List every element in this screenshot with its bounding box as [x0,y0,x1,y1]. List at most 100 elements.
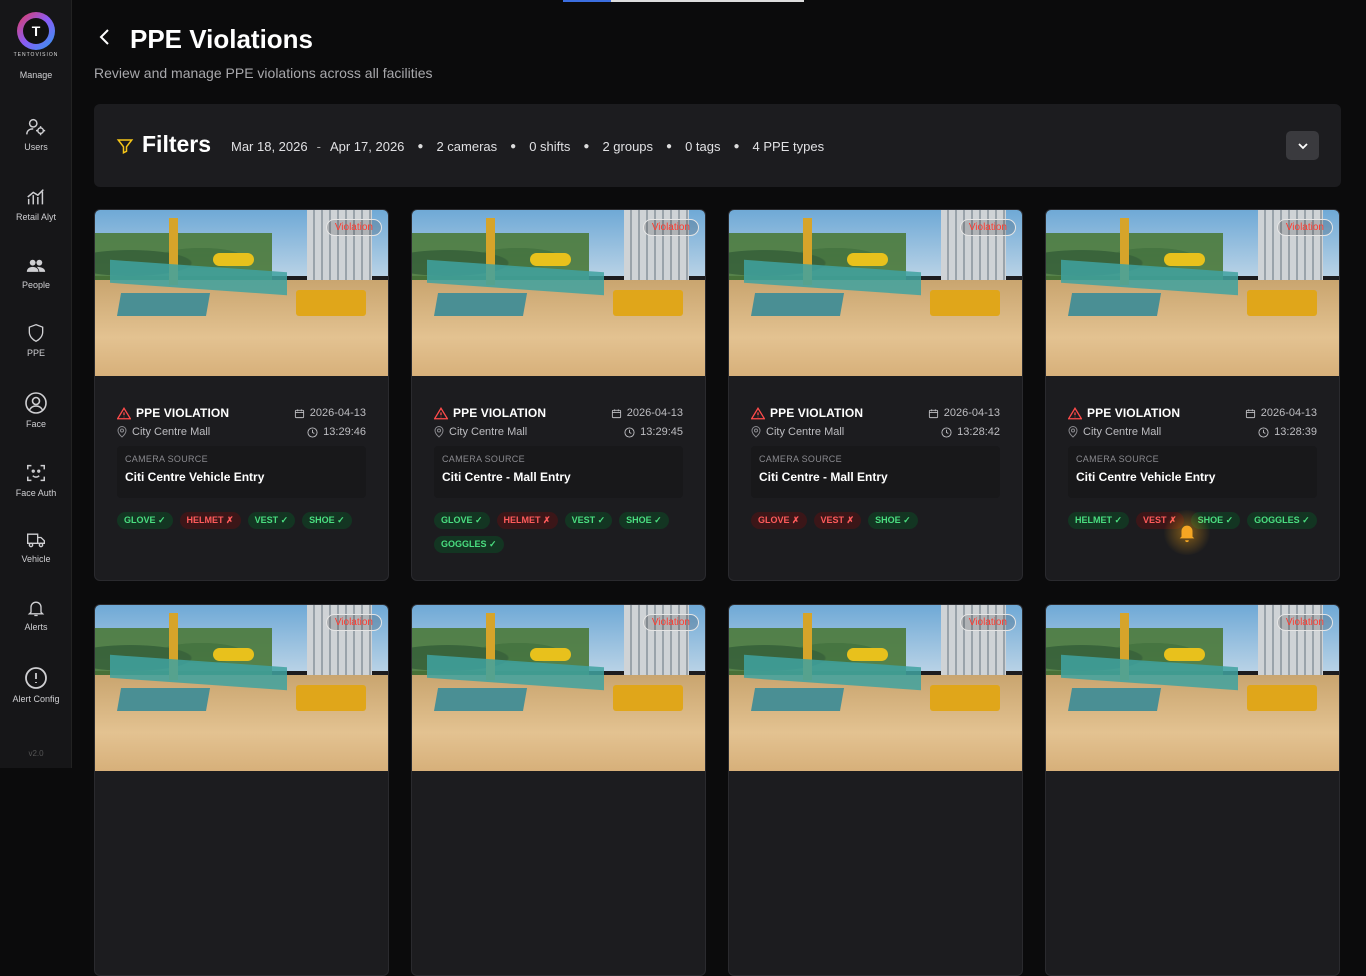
violation-type: PPE VIOLATION [434,406,546,420]
violation-time-value: 13:29:45 [640,426,683,438]
separator-dot: ● [666,141,673,152]
camera-source: CAMERA SOURCE Citi Centre - Mall Entry [751,446,1000,498]
separator-dot: ● [733,141,740,152]
sidebar-item-users[interactable]: Users [0,116,72,152]
filter-tags: 0 tags [685,139,721,154]
violation-date-value: 2026-04-13 [943,407,1000,419]
filter-date-from: Mar 18, 2026 [231,139,308,154]
snapshot-pit [1067,688,1161,712]
page-subtitle: Review and manage PPE violations across … [94,65,433,81]
logo-badge-icon: T [17,12,55,50]
ppe-tag: VEST ✓ [564,512,613,529]
violation-date: 2026-04-13 [928,407,1000,419]
version-label: v2.0 [28,749,44,758]
location-pin-icon [1068,426,1078,438]
snapshot-pit [750,688,844,712]
violation-card[interactable]: Violation PPE VIOLATION 2026-04-13 City … [94,209,389,581]
violation-time: 13:29:45 [624,426,683,438]
snapshot-pit [750,293,844,317]
snapshot-tank [213,648,255,662]
snapshot-truck [929,684,1001,712]
face-scan-icon [27,464,45,482]
sidebar-item-label: Alerts [24,622,48,632]
camera-source-label: CAMERA SOURCE [442,454,525,464]
warning-icon [434,406,448,419]
violation-snapshot[interactable]: Violation [412,605,705,771]
violation-card[interactable]: Violation PPE VIOLATION 2026-04-13 City … [728,209,1023,581]
violation-date-value: 2026-04-13 [626,407,683,419]
violation-type-label: PPE VIOLATION [1087,406,1181,420]
sidebar-item-label: Alert Config [12,694,60,704]
violation-snapshot[interactable]: Violation [95,605,388,771]
violation-location-value: City Centre Mall [449,426,528,438]
violation-badge: Violation [1276,614,1333,631]
filter-date-to: Apr 17, 2026 [329,139,405,154]
separator-dot: ● [417,141,424,152]
floating-bell-icon[interactable] [1176,521,1198,543]
violation-snapshot[interactable]: Violation [1046,210,1339,376]
sidebar-item-people[interactable]: People [0,256,72,290]
sidebar-item-ppe[interactable]: PPE [0,322,72,358]
violation-type: PPE VIOLATION [117,406,229,420]
sidebar-item-label: Face Auth [15,488,57,498]
violation-card[interactable]: Violation [94,604,389,976]
sidebar-item-alert-config[interactable]: Alert Config [0,666,72,704]
calendar-icon [928,408,938,418]
camera-source-label: CAMERA SOURCE [759,454,842,464]
violation-badge: Violation [959,219,1016,236]
violation-snapshot[interactable]: Violation [412,210,705,376]
snapshot-truck [612,684,684,712]
violation-badge: Violation [959,614,1016,631]
page-title: PPE Violations [130,24,314,54]
logo-text: TENTOVISION [13,52,59,58]
chevron-down-icon [1297,142,1308,149]
sidebar-item-vehicle[interactable]: Vehicle [0,530,72,564]
violation-location: City Centre Mall [1068,426,1161,438]
violation-card[interactable]: Violation [728,604,1023,976]
sidebar-item-label: Users [24,142,48,152]
sidebar-item-face-auth[interactable]: Face Auth [0,462,72,498]
sidebar-item-label: PPE [26,348,45,358]
violation-type: PPE VIOLATION [751,406,863,420]
back-button[interactable] [98,28,112,52]
violation-snapshot[interactable]: Violation [729,605,1022,771]
ppe-tags: GLOVE ✓ HELMET ✗ VEST ✓ SHOE ✓ GOGGLES ✓ [434,512,683,553]
filters-expand-button[interactable] [1286,131,1319,160]
filter-shifts: 0 shifts [529,139,571,154]
ppe-tags: GLOVE ✓ HELMET ✗ VEST ✓ SHOE ✓ [117,512,366,529]
snapshot-pit [433,688,527,712]
filter-icon [116,139,134,154]
filters-panel: Filters Mar 18, 2026 - Apr 17, 2026 ● 2 … [94,104,1341,187]
ppe-tag: VEST ✓ [247,512,296,529]
ppe-tag: GLOVE ✓ [117,512,173,529]
violation-date: 2026-04-13 [1245,407,1317,419]
violation-card[interactable]: Violation [1045,604,1340,976]
violation-date: 2026-04-13 [294,407,366,419]
clock-icon [1258,426,1269,438]
snapshot-truck [929,289,1001,317]
logo-letter: T [23,18,49,44]
violation-snapshot[interactable]: Violation [1046,605,1339,771]
violation-badge: Violation [325,219,382,236]
violation-badge: Violation [642,219,699,236]
violation-card[interactable]: Violation PPE VIOLATION 2026-04-13 City … [411,209,706,581]
location-pin-icon [117,426,127,438]
violation-snapshot[interactable]: Violation [95,210,388,376]
violation-location-value: City Centre Mall [132,426,211,438]
ppe-tag: GOGGLES ✓ [434,536,504,553]
sidebar-item-alerts[interactable]: Alerts [0,598,72,632]
sidebar-item-face[interactable]: Face [0,391,72,429]
clock-icon [941,426,952,438]
calendar-icon [294,408,304,418]
ppe-tag: HELMET ✓ [1068,512,1130,529]
chevron-left-icon [99,29,109,45]
ppe-tag: SHOE ✓ [868,512,918,529]
violation-card[interactable]: Violation [411,604,706,976]
warning-icon [1068,406,1082,419]
violation-snapshot[interactable]: Violation [729,210,1022,376]
ppe-tag: SHOE ✓ [619,512,669,529]
app-logo[interactable]: T TENTOVISION [10,12,62,58]
violation-info: PPE VIOLATION 2026-04-13 City Centre Mal… [95,376,388,529]
violation-info: PPE VIOLATION 2026-04-13 City Centre Mal… [412,376,705,553]
sidebar-item-retail-alyt[interactable]: Retail Alyt [0,186,72,222]
